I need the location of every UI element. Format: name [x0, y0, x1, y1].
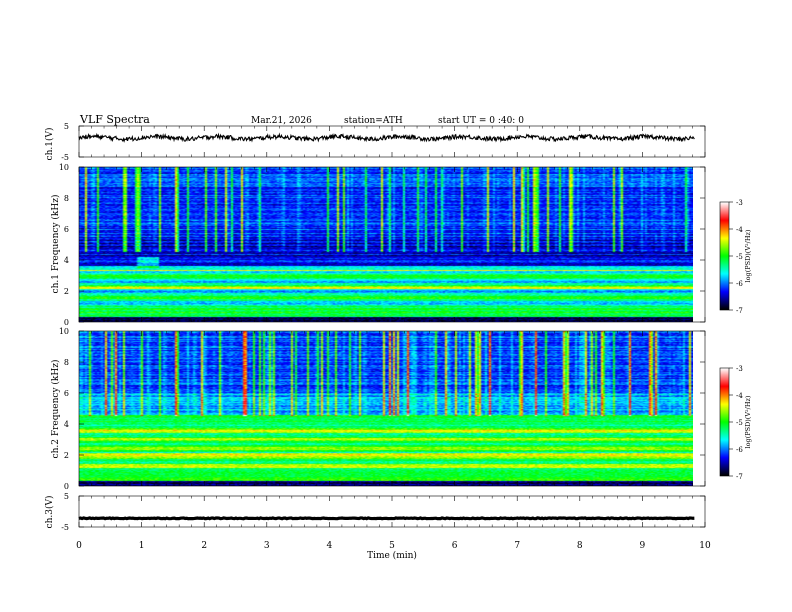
colorbar-tick-label: -5 — [736, 253, 743, 261]
ch1-spectrogram-image — [79, 167, 693, 322]
waveform-trace — [78, 132, 695, 143]
colorbar-tick-label: -3 — [736, 365, 743, 373]
ch2-spectrogram-ylabel: ch.2 Frequency (kHz) — [50, 360, 61, 459]
ch1-spectrogram-panel: 0 2 4 6 8 10 — [59, 163, 706, 327]
date-label: Mar.21, 2026 — [251, 116, 312, 126]
y-tick-label: 4 — [64, 420, 69, 429]
ch1-waveform-panel: 5 -5 — [61, 122, 706, 162]
ch1-waveform-ylabel: ch.1(V) — [44, 128, 55, 161]
ch1-spectrogram-ylabel-text: ch.1 Frequency (kHz) — [50, 195, 61, 294]
x-tick-label: 0 — [76, 541, 82, 551]
chart-title: VLF Spectra — [79, 113, 150, 126]
x-tick-label: 3 — [264, 541, 270, 551]
colorbar-tick-label: -3 — [736, 199, 743, 207]
y-tick-label: 5 — [64, 492, 69, 501]
x-tick-label: 2 — [201, 541, 207, 551]
x-axis-label: Time (min) — [367, 550, 417, 561]
y-tick-label: 10 — [59, 327, 69, 336]
x-tick-label: 6 — [452, 541, 458, 551]
ch3-waveform-panel: 5 -5 — [61, 492, 706, 532]
ch1-colorbar: -3 -4 -5 -6 -7 log(PSD)(V²/Hz) — [719, 199, 752, 315]
y-tick-label: 0 — [64, 482, 69, 491]
y-tick-label: 6 — [64, 225, 69, 234]
y-tick-label: 8 — [64, 358, 69, 367]
colorbar-tick-label: -5 — [736, 419, 743, 427]
y-tick-label: -5 — [61, 153, 69, 162]
ch2-spectrogram-image — [79, 331, 693, 486]
ch3-waveform-ylabel: ch.3(V) — [44, 496, 55, 529]
x-tick-label: 10 — [699, 541, 711, 551]
colorbar-tick-label: -4 — [736, 226, 743, 234]
ch2-spectrogram-panel: 0 2 4 6 8 10 — [59, 327, 706, 491]
colorbar-label: log(PSD)(V²/Hz) — [744, 229, 752, 282]
y-tick-label: 8 — [64, 194, 69, 203]
x-tick-label: 9 — [640, 541, 646, 551]
x-tick-label: 1 — [139, 541, 145, 551]
x-tick-label: 8 — [577, 541, 583, 551]
colorbar-tick-label: -4 — [736, 392, 743, 400]
y-tick-label: 0 — [64, 318, 69, 327]
start-time-label: start UT = 0 :40: 0 — [438, 116, 524, 126]
ch1-colorbar-gradient — [720, 202, 729, 310]
ch2-colorbar-gradient — [720, 368, 729, 476]
station-label: station=ATH — [344, 116, 403, 126]
y-tick-label: 10 — [59, 163, 69, 172]
ch1-spectrogram-ylabel: ch.1 Frequency (kHz) — [50, 195, 61, 294]
x-tick-label: 4 — [327, 541, 333, 551]
y-tick-label: 5 — [64, 122, 69, 131]
y-tick-label: 2 — [64, 451, 69, 460]
vlf-figure: VLF Spectra Mar.21, 2026 station=ATH sta… — [44, 113, 752, 561]
ch2-colorbar: -3 -4 -5 -6 -7 log(PSD)(V²/Hz) — [719, 365, 752, 481]
ch2-spectrogram-ylabel-text: ch.2 Frequency (kHz) — [50, 360, 61, 459]
waveform-trace — [78, 516, 695, 521]
colorbar-tick-label: -7 — [736, 473, 743, 481]
colorbar-tick-label: -7 — [736, 307, 743, 315]
y-tick-label: -5 — [61, 523, 69, 532]
y-tick-label: 2 — [64, 287, 69, 296]
y-tick-label: 4 — [64, 256, 69, 265]
x-tick-label: 5 — [389, 541, 395, 551]
colorbar-tick-label: -6 — [736, 280, 743, 288]
y-tick-label: 6 — [64, 389, 69, 398]
colorbar-tick-label: -6 — [736, 446, 743, 454]
colorbar-label: log(PSD)(V²/Hz) — [744, 395, 752, 448]
x-tick-label: 7 — [514, 541, 520, 551]
